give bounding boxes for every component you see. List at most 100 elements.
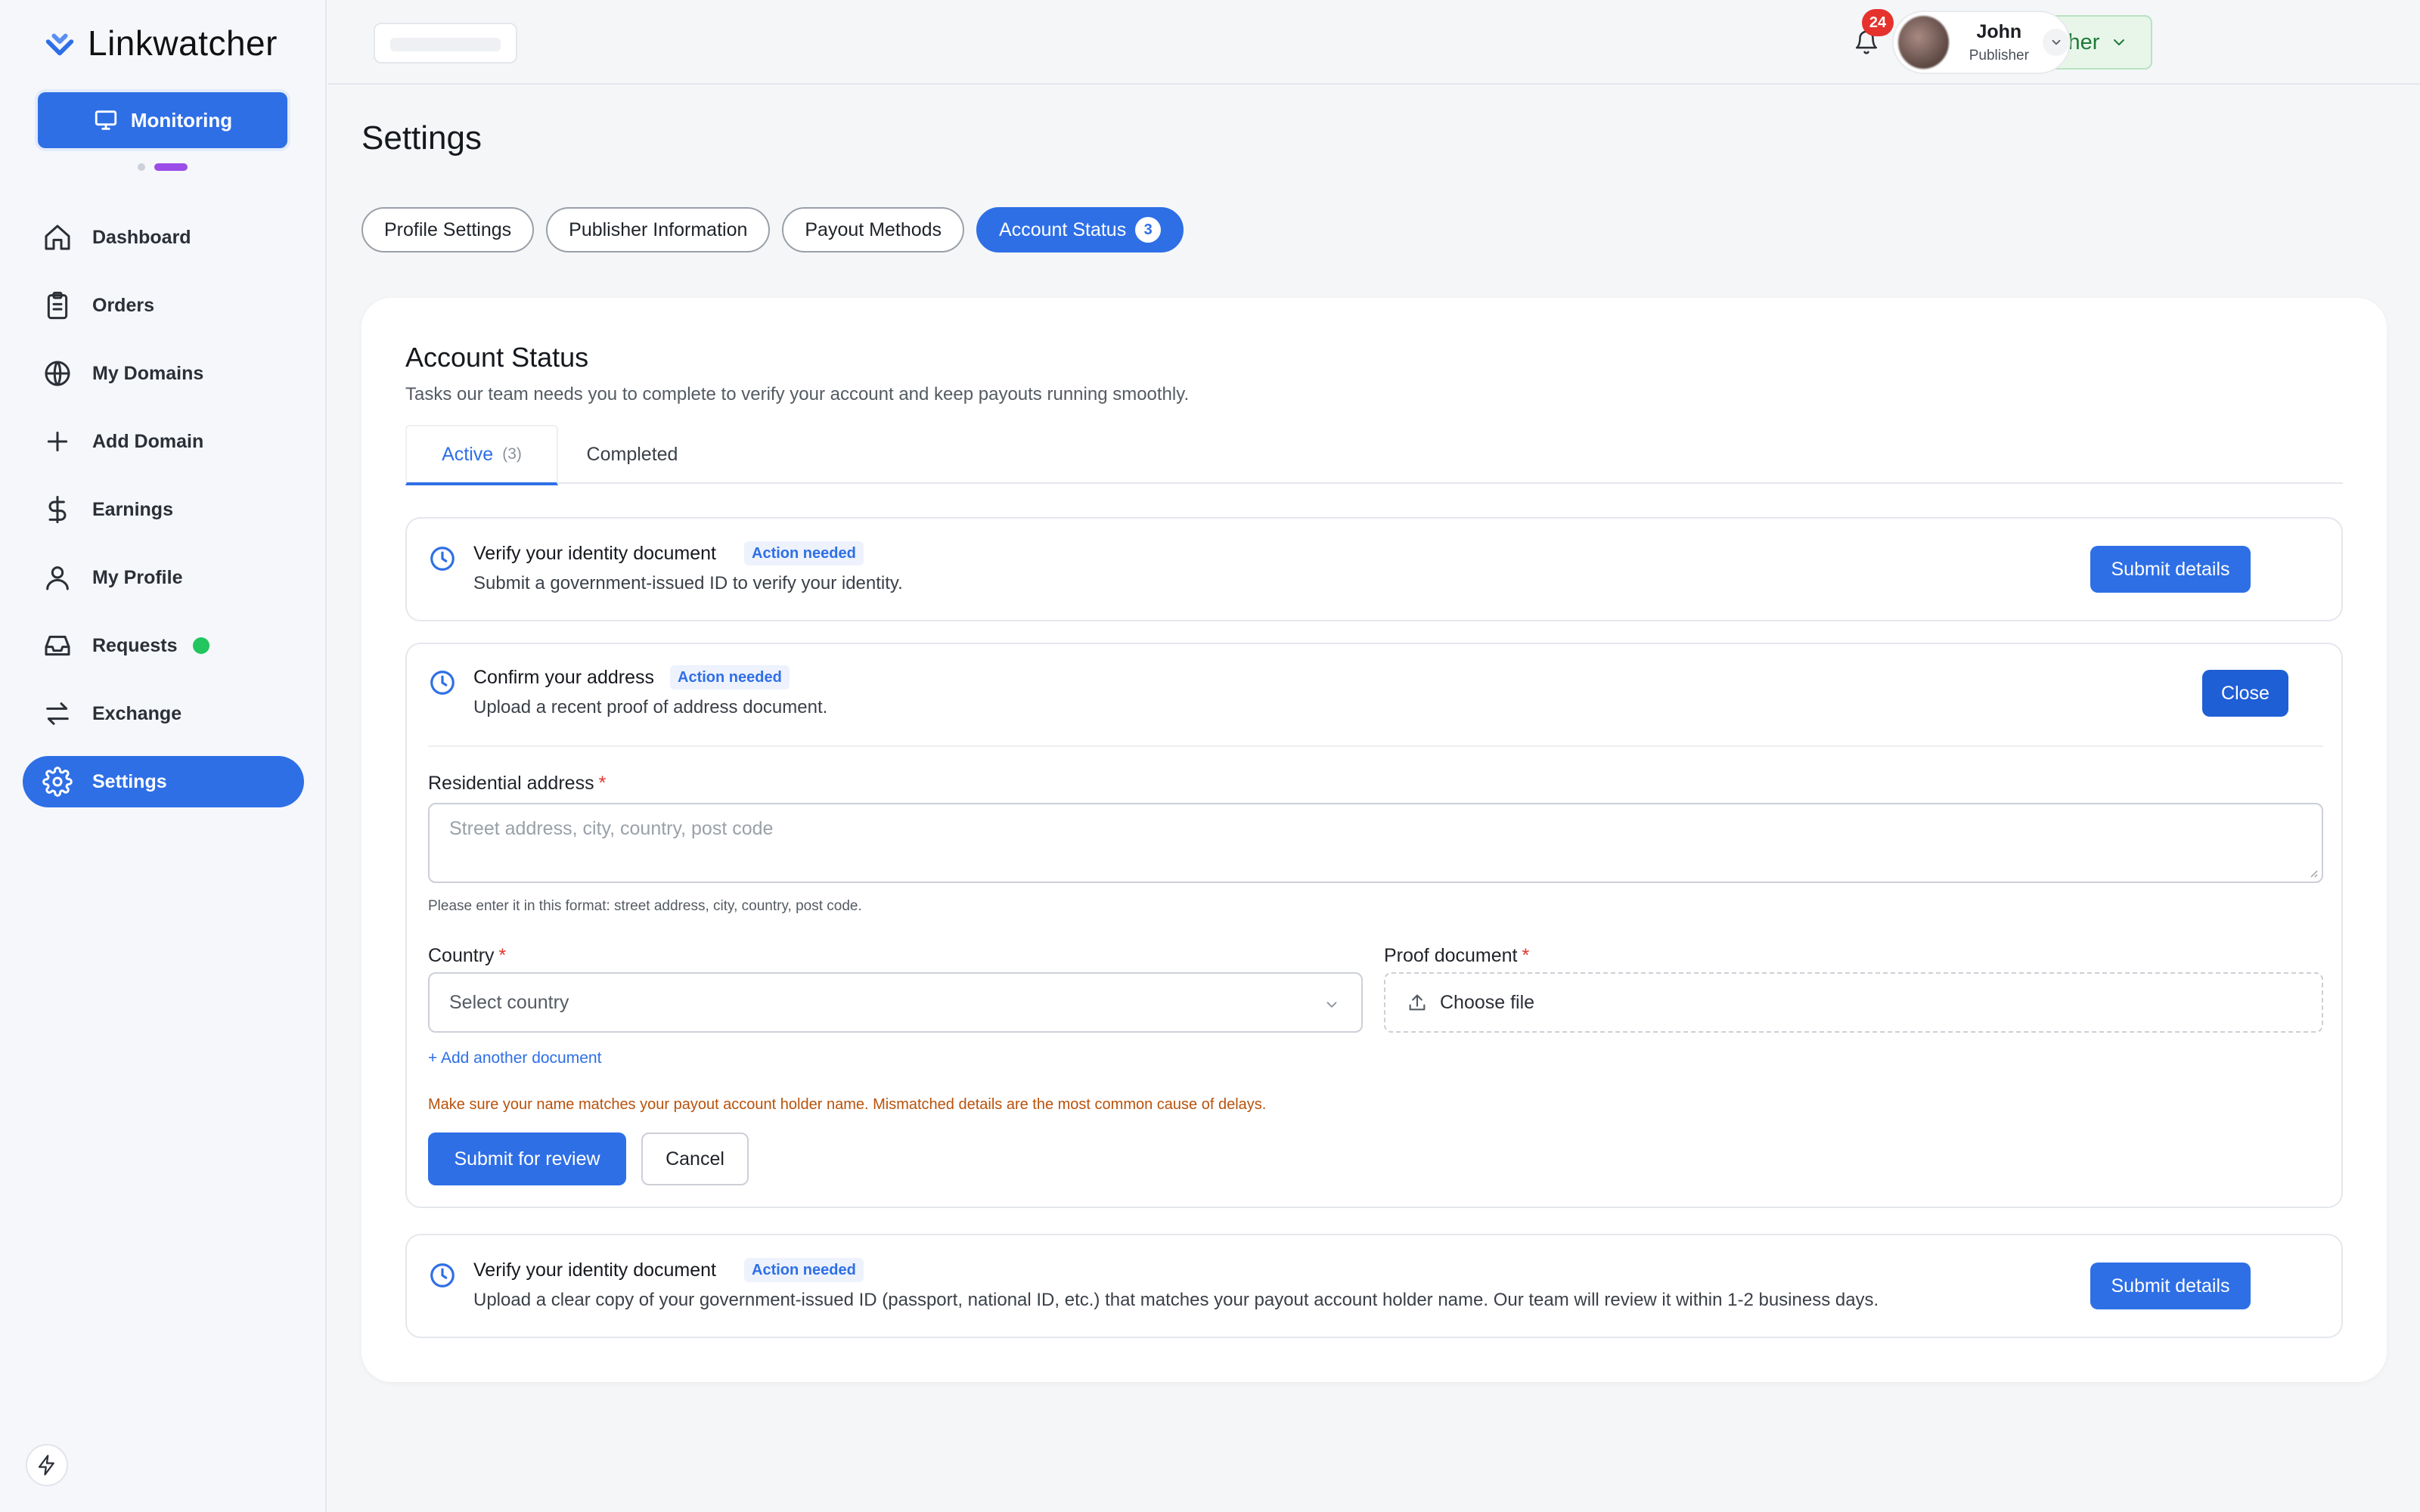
subtab-count: (3): [502, 445, 522, 463]
user-role: Publisher: [1969, 47, 2029, 64]
sidebar-item-label: My Profile: [92, 566, 183, 588]
home-icon: [45, 225, 70, 250]
top-search-placeholder[interactable]: [374, 23, 517, 64]
sidebar-item-dashboard[interactable]: Dashboard: [23, 212, 304, 263]
sidebar-item-label: Settings: [92, 770, 167, 792]
task-description: Upload a clear copy of your government-i…: [473, 1290, 1879, 1310]
proof-document-label: Proof document *: [1384, 945, 1530, 966]
chevron-down-icon: [1326, 1002, 1337, 1008]
clipboard-icon: [47, 291, 68, 320]
country-select[interactable]: Select country: [428, 972, 1363, 1033]
status-badge: Action needed: [744, 1258, 864, 1282]
task-title: Verify your identity document: [473, 1259, 716, 1281]
submit-for-review-button[interactable]: Submit for review: [428, 1132, 626, 1185]
tab-label: Profile Settings: [384, 218, 512, 240]
sidebar-item-exchange[interactable]: Exchange: [23, 688, 304, 739]
subtab-label: Completed: [586, 443, 678, 465]
chevron-down-icon: [2114, 39, 2125, 45]
user-menu-toggle[interactable]: [2043, 29, 2069, 56]
sidebar-item-orders[interactable]: Orders: [23, 280, 304, 331]
sidebar-item-label: Requests: [92, 634, 178, 656]
sidebar-item-label: Exchange: [92, 702, 182, 724]
resize-handle-icon[interactable]: [2307, 866, 2319, 878]
tab-label: Account Status: [999, 218, 1127, 240]
submit-details-button[interactable]: Submit details: [2090, 546, 2251, 593]
task-card: Verify your identity document Action nee…: [405, 517, 2343, 621]
clock-icon: [430, 671, 455, 695]
sidebar-item-label: Add Domain: [92, 430, 204, 452]
subtab-completed[interactable]: Completed: [572, 425, 693, 484]
sidebar-item-my-profile[interactable]: My Profile: [23, 552, 304, 603]
task-title: Verify your identity document: [473, 543, 716, 564]
sidebar-item-earnings[interactable]: Earnings: [23, 484, 304, 535]
subtab-label: Active: [442, 443, 494, 465]
pager-dot-active[interactable]: [154, 163, 188, 171]
country-placeholder: Select country: [449, 991, 569, 1013]
logo[interactable]: Linkwatcher: [42, 23, 278, 64]
choose-file-label: Choose file: [1440, 991, 1535, 1013]
logo-icon: [45, 33, 74, 56]
sidebar-item-settings[interactable]: Settings: [23, 756, 304, 807]
close-button[interactable]: Close: [2202, 670, 2288, 717]
label-text: Country: [428, 945, 495, 966]
sidebar-item-label: Earnings: [92, 498, 173, 520]
task-title: Confirm your address: [473, 667, 654, 688]
status-badge: Action needed: [744, 541, 864, 565]
topbar: Publisher: [328, 0, 2420, 85]
clock-icon: [430, 1263, 455, 1287]
tab-label: Publisher Information: [569, 218, 748, 240]
account-status-card: Account Status Tasks our team needs you …: [361, 298, 2387, 1382]
tab-profile-settings[interactable]: Profile Settings: [361, 207, 535, 253]
chevron-down-icon: [2052, 39, 2061, 45]
gear-icon: [42, 767, 73, 797]
sidebar-item-label: Dashboard: [92, 226, 191, 248]
tab-label: Payout Methods: [805, 218, 942, 240]
inbox-icon: [45, 635, 70, 656]
tab-payout-methods[interactable]: Payout Methods: [782, 207, 965, 253]
bolt-icon: [38, 1455, 54, 1476]
add-another-document-link[interactable]: + Add another document: [428, 1049, 601, 1067]
upload-icon: [1409, 994, 1426, 1011]
cancel-button[interactable]: Cancel: [641, 1132, 749, 1185]
plus-icon: [47, 431, 68, 452]
task-description: Upload a recent proof of address documen…: [473, 697, 828, 717]
mode-pager[interactable]: [138, 163, 188, 171]
avatar: [1898, 16, 1950, 69]
sidebar-item-add-domain[interactable]: Add Domain: [23, 416, 304, 467]
notification-badge: 24: [1862, 9, 1894, 36]
sidebar-item-my-domains[interactable]: My Domains: [23, 348, 304, 399]
task-card-expanded: Confirm your address Action needed Uploa…: [405, 643, 2343, 1208]
tab-publisher-information[interactable]: Publisher Information: [546, 207, 771, 253]
clock-icon: [430, 547, 455, 571]
sidebar: Linkwatcher Monitoring Dashboard Orders …: [0, 0, 327, 1512]
label-text: Residential address: [428, 773, 594, 794]
section-subtitle: Tasks our team needs you to complete to …: [405, 384, 1190, 404]
warning-text: Make sure your name matches your payout …: [428, 1096, 1267, 1113]
subtab-active[interactable]: Active (3): [405, 425, 558, 485]
country-label: Country *: [428, 945, 507, 966]
address-textarea[interactable]: Street address, city, country, post code: [428, 803, 2323, 883]
task-card: Verify your identity document Action nee…: [405, 1234, 2343, 1338]
status-dot: [192, 637, 209, 654]
monitoring-button[interactable]: Monitoring: [38, 92, 287, 148]
settings-tabs: Profile Settings Publisher Information P…: [361, 207, 1196, 253]
sidebar-item-requests[interactable]: Requests: [23, 620, 304, 671]
sidebar-item-label: Orders: [92, 294, 154, 316]
monitoring-label: Monitoring: [130, 108, 233, 132]
tab-account-status[interactable]: Account Status 3: [976, 207, 1184, 253]
user-menu[interactable]: John Publisher: [1892, 11, 2071, 74]
globe-icon: [45, 361, 70, 386]
task-description: Submit a government-issued ID to verify …: [473, 573, 903, 593]
exchange-icon: [46, 702, 69, 725]
user-name: John: [1976, 20, 2022, 42]
section-title: Account Status: [405, 342, 589, 373]
user-icon: [46, 566, 69, 590]
submit-details-button[interactable]: Submit details: [2090, 1263, 2251, 1309]
tab-count-badge: 3: [1135, 217, 1162, 243]
pager-dot[interactable]: [138, 163, 145, 171]
choose-file-button[interactable]: Choose file: [1384, 972, 2323, 1033]
loading-skeleton: [390, 38, 501, 51]
sidebar-item-label: My Domains: [92, 362, 204, 384]
sidebar-nav: Dashboard Orders My Domains Add Domain E…: [23, 212, 304, 824]
quick-actions-button[interactable]: [26, 1444, 68, 1486]
